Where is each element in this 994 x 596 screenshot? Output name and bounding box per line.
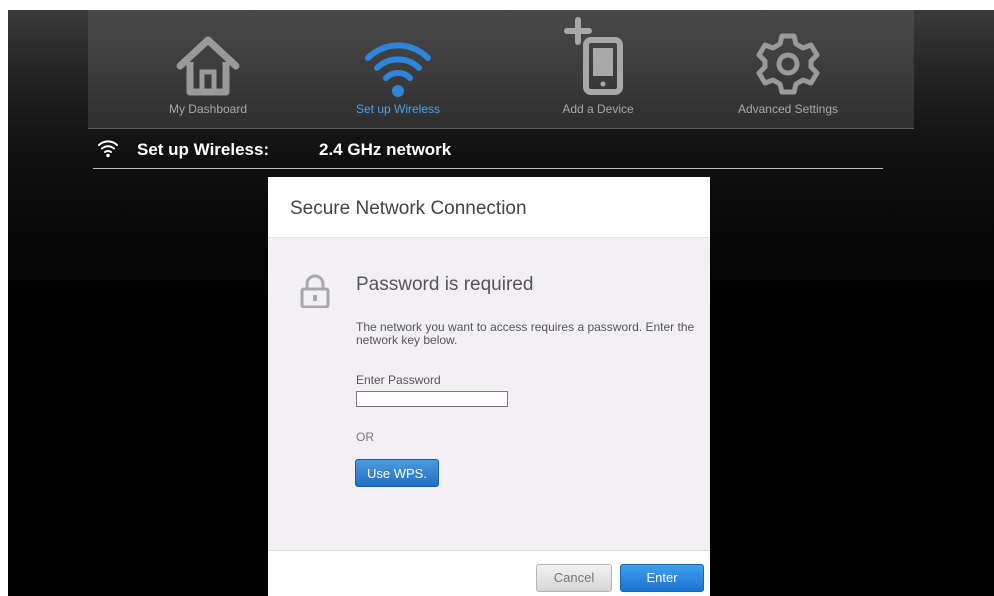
nav-label: My Dashboard [168,102,248,116]
app-frame: My Dashboard Set up Wireless Add a Devic… [8,10,994,596]
gear-icon [698,28,878,98]
dialog-title: Secure Network Connection [290,198,527,219]
enter-button[interactable]: Enter [620,564,704,592]
nav-item-advanced-settings[interactable]: Advanced Settings [698,10,878,128]
nav-label: Advanced Settings [737,102,839,116]
dialog-footer: Cancel Enter [268,550,710,596]
nav-item-add-a-device[interactable]: Add a Device [508,10,688,128]
cancel-button[interactable]: Cancel [536,564,612,592]
nav-label: Add a Device [562,102,634,116]
nav-item-set-up-wireless[interactable]: Set up Wireless [308,10,488,128]
password-input[interactable] [356,391,508,407]
password-required-heading: Password is required [356,274,534,295]
nav-label: Set up Wireless [355,102,441,116]
top-navigation: My Dashboard Set up Wireless Add a Devic… [88,10,914,129]
home-icon [118,28,298,98]
password-label: Enter Password [356,373,441,387]
add-device-icon [508,14,688,95]
password-description: The network you want to access requires … [356,320,695,347]
page-subtitle: 2.4 GHz network [319,140,452,159]
lock-icon [300,274,330,313]
wifi-icon [97,138,119,163]
page-breadcrumb: Set up Wireless: 2.4 GHz network [93,130,883,169]
wifi-icon [308,28,488,98]
dialog-header: Secure Network Connection [268,177,710,238]
use-wps-button[interactable]: Use WPS. [355,459,439,487]
nav-item-my-dashboard[interactable]: My Dashboard [118,10,298,128]
page-title: Set up Wireless: [137,140,270,159]
or-separator: OR [356,430,374,444]
secure-network-dialog: Secure Network Connection Password is re… [268,177,710,596]
